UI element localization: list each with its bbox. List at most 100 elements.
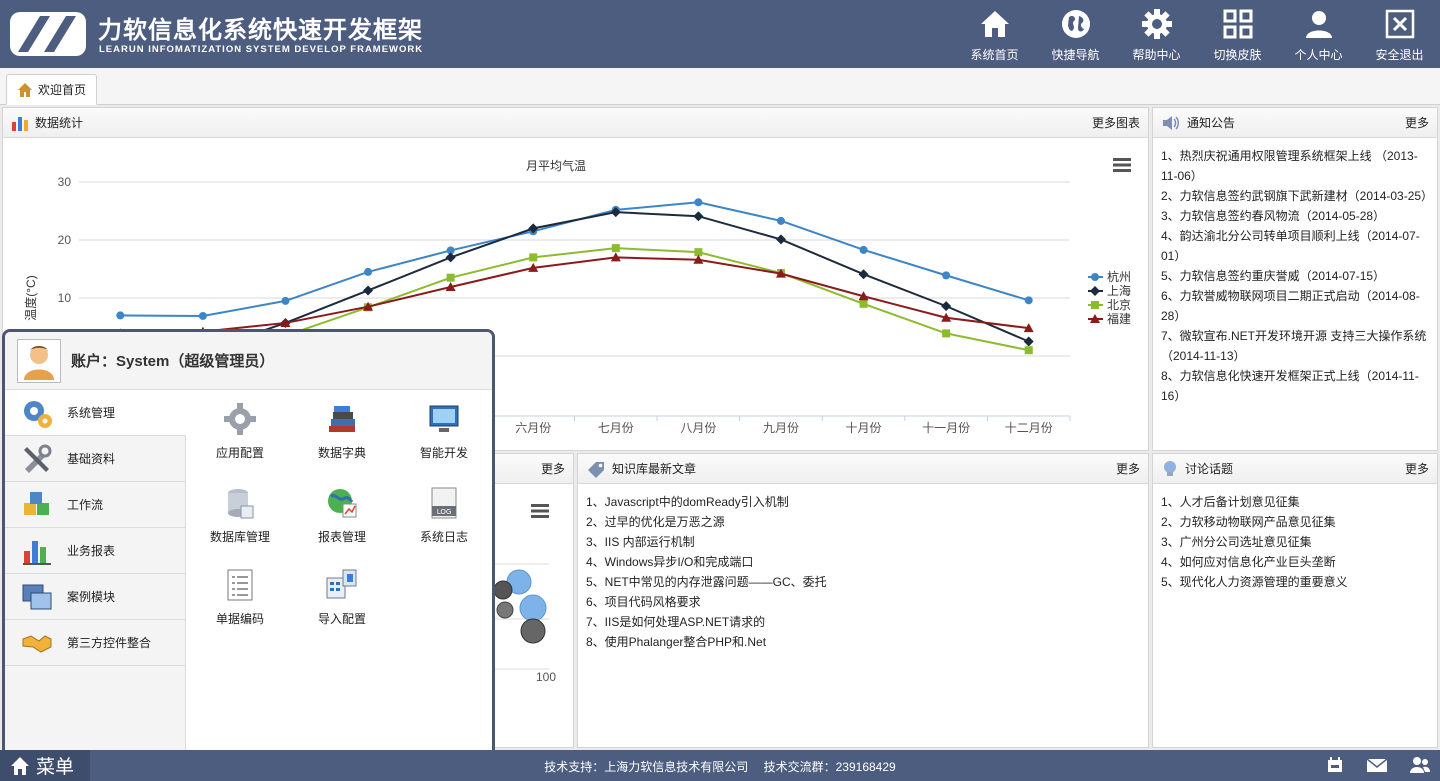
gear-icon xyxy=(1141,9,1172,39)
app-label: 数据库管理 xyxy=(209,530,270,544)
nav-skin[interactable]: 切换皮肤 xyxy=(1197,0,1278,68)
legend-label: 上海 xyxy=(1107,283,1131,298)
notice-item[interactable]: 5、力软信息签约重庆誉威（2014-07-15） xyxy=(1161,266,1429,286)
home-icon xyxy=(980,11,1009,37)
discuss-item[interactable]: 1、人才后备计划意见征集 xyxy=(1161,492,1429,512)
legend-label: 北京 xyxy=(1107,298,1131,312)
list-icon xyxy=(227,569,253,601)
app-bill-code[interactable]: 单据编码 xyxy=(195,568,285,627)
nav-logout[interactable]: 安全退出 xyxy=(1359,0,1440,68)
discuss-item[interactable]: 3、广州分公司选址意见征集 xyxy=(1161,532,1429,552)
notice-item[interactable]: 7、微软宣布.NET开发环境开源 支持三大操作系统（2014-11-13） xyxy=(1161,326,1429,366)
notice-item[interactable]: 2、力软信息签约武钢旗下武新建材（2014-03-25） xyxy=(1161,186,1433,206)
category-thirdparty[interactable]: 第三方控件整合 xyxy=(5,620,185,666)
data-point xyxy=(364,267,373,276)
kb-item[interactable]: 4、Windows异步I/O和完成端口 xyxy=(586,552,1140,572)
notice-item[interactable]: 1、热烈庆祝通用权限管理系统框架上线 （2013-11-06） xyxy=(1161,146,1429,186)
app-subtitle: LEARUN INFOMATIZATION SYSTEM DEVELOP FRA… xyxy=(99,44,424,55)
app-dictionary[interactable]: 数据字典 xyxy=(297,402,387,461)
kb-list: 1、Javascript中的domReady引入机制 2、过早的优化是万恶之源 … xyxy=(578,484,1148,660)
data-point xyxy=(941,301,952,312)
stats-more-link[interactable]: 更多图表 xyxy=(1092,114,1140,131)
category-list: 系统管理 基础资料 工作流 业务报表 案例模块 第三方控件整合 xyxy=(5,390,186,750)
notice-list: 1、热烈庆祝通用权限管理系统框架上线 （2013-11-06） 2、力软信息签约… xyxy=(1153,138,1437,414)
category-basic[interactable]: 基础资料 xyxy=(5,436,185,482)
app-database[interactable]: 数据库管理 xyxy=(195,486,285,545)
discuss-item[interactable]: 5、现代化人力资源管理的重要意义 xyxy=(1161,572,1429,592)
report-chart-icon xyxy=(23,540,51,565)
kb-more-link[interactable]: 更多 xyxy=(1116,460,1140,477)
category-system[interactable]: 系统管理 xyxy=(5,390,186,436)
chart-menu-icon[interactable] xyxy=(1113,158,1131,172)
x-tick-label: 八月份 xyxy=(680,421,716,435)
x-tick-label: 九月份 xyxy=(763,421,799,435)
notice-item[interactable]: 8、力软信息化快速开发框架正式上线（2014-11-16） xyxy=(1161,366,1429,406)
kb-item[interactable]: 6、项目代码风格要求 xyxy=(586,592,1140,612)
nav-home[interactable]: 系统首页 xyxy=(954,0,1035,68)
kb-item[interactable]: 8、使用Phalanger整合PHP和.Net xyxy=(586,632,1140,652)
discuss-panel: 讨论话题 更多 1、人才后备计划意见征集 2、力软移动物联网产品意见征集 3、广… xyxy=(1152,453,1438,748)
top-nav: 系统首页 快捷导航 帮助中心 切换皮肤 个人中心 安全退出 xyxy=(954,0,1440,68)
legend-marker xyxy=(1091,273,1099,281)
app-label: 报表管理 xyxy=(317,530,366,544)
category-report[interactable]: 业务报表 xyxy=(5,528,185,574)
nav-help[interactable]: 帮助中心 xyxy=(1116,0,1197,68)
bubble xyxy=(496,601,514,619)
category-case[interactable]: 案例模块 xyxy=(5,574,185,620)
chart-menu-icon[interactable] xyxy=(531,504,549,518)
app-report-mgmt[interactable]: 报表管理 xyxy=(297,486,387,545)
users-icon[interactable] xyxy=(1410,756,1430,774)
data-point xyxy=(529,253,538,262)
notice-item[interactable]: 6、力软誉威物联网项目二期正式启动（2014-08-28） xyxy=(1161,286,1429,326)
app-import-config[interactable]: 导入配置 xyxy=(297,568,387,627)
close-icon xyxy=(1385,9,1414,39)
account-label: 账户：System（超级管理员） xyxy=(71,353,275,370)
notice-panel: 通知公告 更多 1、热烈庆祝通用权限管理系统框架上线 （2013-11-06） … xyxy=(1152,107,1438,451)
calendar-icon[interactable] xyxy=(1326,756,1344,774)
x-tick-label: 十二月份 xyxy=(1005,421,1053,435)
data-point xyxy=(942,271,951,280)
tab-welcome[interactable]: 欢迎首页 xyxy=(6,74,98,105)
database-icon xyxy=(228,489,254,519)
globe-chart-icon xyxy=(328,489,357,518)
kb-item[interactable]: 5、NET中常见的内存泄露问题——GC、委托 xyxy=(586,572,1140,592)
bubble-more-link[interactable]: 更多 xyxy=(541,460,565,477)
globe-icon xyxy=(1061,10,1090,38)
notice-more-link[interactable]: 更多 xyxy=(1405,114,1429,131)
x-tick-label: 十月份 xyxy=(846,421,882,435)
data-point xyxy=(776,216,785,225)
kb-panel-header: 知识库最新文章 更多 xyxy=(578,454,1148,484)
nav-profile[interactable]: 个人中心 xyxy=(1278,0,1359,68)
nav-quick[interactable]: 快捷导航 xyxy=(1035,0,1116,68)
kb-item[interactable]: 2、过早的优化是万恶之源 xyxy=(586,512,1140,532)
kb-item[interactable]: 1、Javascript中的domReady引入机制 xyxy=(586,492,1140,512)
nav-profile-label: 个人中心 xyxy=(1294,48,1343,62)
discuss-more-link[interactable]: 更多 xyxy=(1405,460,1429,477)
discuss-item[interactable]: 2、力软移动物联网产品意见征集 xyxy=(1161,512,1429,532)
category-workflow[interactable]: 工作流 xyxy=(5,482,185,528)
logo-icon xyxy=(10,12,86,56)
app-label: 数据字典 xyxy=(317,446,366,460)
app-smart-dev[interactable]: 智能开发 xyxy=(399,402,489,461)
svg-text:LOG: LOG xyxy=(437,508,452,516)
notice-item[interactable]: 3、力软信息签约春风物流（2014-05-28） xyxy=(1161,206,1429,226)
app-label: 导入配置 xyxy=(317,612,366,626)
notice-item[interactable]: 4、韵达渝北分公司转单项目顺利上线（2014-07-01） xyxy=(1161,226,1429,266)
app-config[interactable]: 应用配置 xyxy=(195,402,285,461)
data-point xyxy=(1024,296,1033,305)
nav-skin-label: 切换皮肤 xyxy=(1213,48,1262,62)
category-label: 基础资料 xyxy=(67,452,116,466)
app-system-log[interactable]: LOG 系统日志 xyxy=(399,486,489,545)
bar-chart-icon xyxy=(12,116,28,131)
bubble-chart xyxy=(483,563,549,670)
mail-icon[interactable] xyxy=(1366,756,1388,774)
kb-item[interactable]: 7、IIS是如何处理ASP.NET请求的 xyxy=(586,612,1140,632)
kb-item[interactable]: 3、IIS 内部运行机制 xyxy=(586,532,1140,552)
data-point xyxy=(693,211,704,222)
data-point xyxy=(116,311,125,320)
data-point xyxy=(446,273,455,282)
category-label: 案例模块 xyxy=(67,590,116,604)
discuss-item[interactable]: 4、如何应对信息化产业巨头垄断 xyxy=(1161,552,1429,572)
avatar xyxy=(17,338,61,383)
data-point xyxy=(1024,346,1033,355)
